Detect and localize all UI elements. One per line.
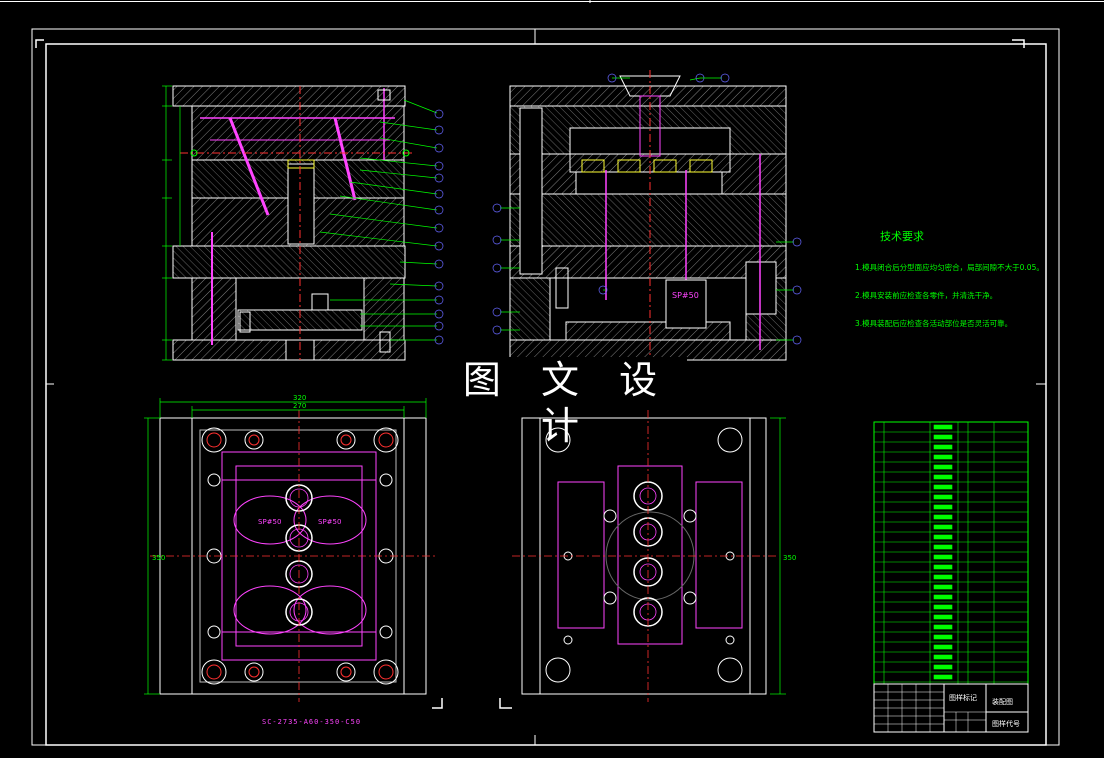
bom-row-mark bbox=[933, 574, 953, 580]
bom-row-mark bbox=[933, 674, 953, 680]
left-section-dimensions bbox=[162, 85, 181, 361]
plan-view-left[interactable]: 320 270 350 SP#50 SP#50 bbox=[144, 394, 436, 702]
bom-row-mark bbox=[933, 474, 953, 480]
bom-row-mark bbox=[933, 604, 953, 610]
left-plan-dimensions bbox=[144, 398, 427, 695]
top-bar bbox=[0, 0, 1104, 3]
left-plan-dim-width: 320 bbox=[293, 394, 306, 402]
bom-row-mark bbox=[933, 564, 953, 570]
right-plan-dim-height: 350 bbox=[783, 554, 796, 562]
title-block-name: 装配图 bbox=[992, 697, 1013, 706]
title-block-grid bbox=[874, 684, 986, 732]
bom-row-mark bbox=[933, 594, 953, 600]
bom-row-mark bbox=[933, 644, 953, 650]
drawing-code-caption: SC-2735-A60-350-C50 bbox=[262, 718, 362, 726]
bom-row-mark bbox=[933, 654, 953, 660]
bom-row-mark bbox=[933, 514, 953, 520]
bom-row-mark bbox=[933, 424, 953, 430]
technical-requirement-line-1: 1.模具闭合后分型面应均匀密合，局部间隙不大于0.05。 bbox=[855, 263, 1044, 272]
bom-rows bbox=[874, 424, 1028, 683]
watermark: 图 文 设 计 bbox=[447, 357, 687, 448]
technical-requirement-line-3: 3.模具装配后应检查各活动部位是否灵活可靠。 bbox=[855, 319, 1013, 328]
right-plan-frame bbox=[557, 465, 743, 645]
technical-requirements-title: 技术要求 bbox=[880, 230, 924, 243]
plan-view-right[interactable]: 350 bbox=[512, 410, 796, 702]
section-view-right[interactable] bbox=[492, 70, 802, 361]
bill-of-materials[interactable] bbox=[873, 421, 1029, 685]
left-plan-dim-height: 350 bbox=[152, 554, 165, 562]
bom-row-mark bbox=[933, 504, 953, 510]
technical-requirement-line-2: 2.模具安装前应检查各零件，并清洗干净。 bbox=[855, 291, 998, 300]
bom-row-mark bbox=[933, 634, 953, 640]
bom-row-mark bbox=[933, 664, 953, 670]
title-block-code: 图样代号 bbox=[992, 719, 1020, 728]
bom-row-mark bbox=[933, 534, 953, 540]
left-plan-centerlines bbox=[150, 410, 436, 702]
bom-row-mark bbox=[933, 584, 953, 590]
view-corner-marks bbox=[432, 698, 512, 709]
bom-row-mark bbox=[933, 614, 953, 620]
right-section-plates bbox=[509, 85, 787, 361]
bom-row-mark bbox=[933, 494, 953, 500]
cavity-label-b: SP#50 bbox=[318, 518, 341, 526]
title-block-company: 图样标记 bbox=[949, 693, 977, 702]
bom-row-mark bbox=[933, 624, 953, 630]
bom-row-mark bbox=[933, 544, 953, 550]
bom-row-mark bbox=[933, 554, 953, 560]
sprue-label: SP#50 bbox=[672, 291, 699, 300]
section-view-left[interactable] bbox=[162, 85, 444, 361]
bom-row-mark bbox=[933, 454, 953, 460]
bom-row-mark bbox=[933, 434, 953, 440]
left-plan-dim-inner: 270 bbox=[293, 402, 306, 410]
bom-row-mark bbox=[933, 464, 953, 470]
title-block[interactable]: 图样标记 装配图 图样代号 bbox=[873, 683, 1029, 733]
bom-row-mark bbox=[933, 444, 953, 450]
bom-row-mark bbox=[933, 484, 953, 490]
bom-row-mark bbox=[933, 524, 953, 530]
right-plan-centerlines bbox=[512, 410, 776, 702]
cavity-label-a: SP#50 bbox=[258, 518, 281, 526]
